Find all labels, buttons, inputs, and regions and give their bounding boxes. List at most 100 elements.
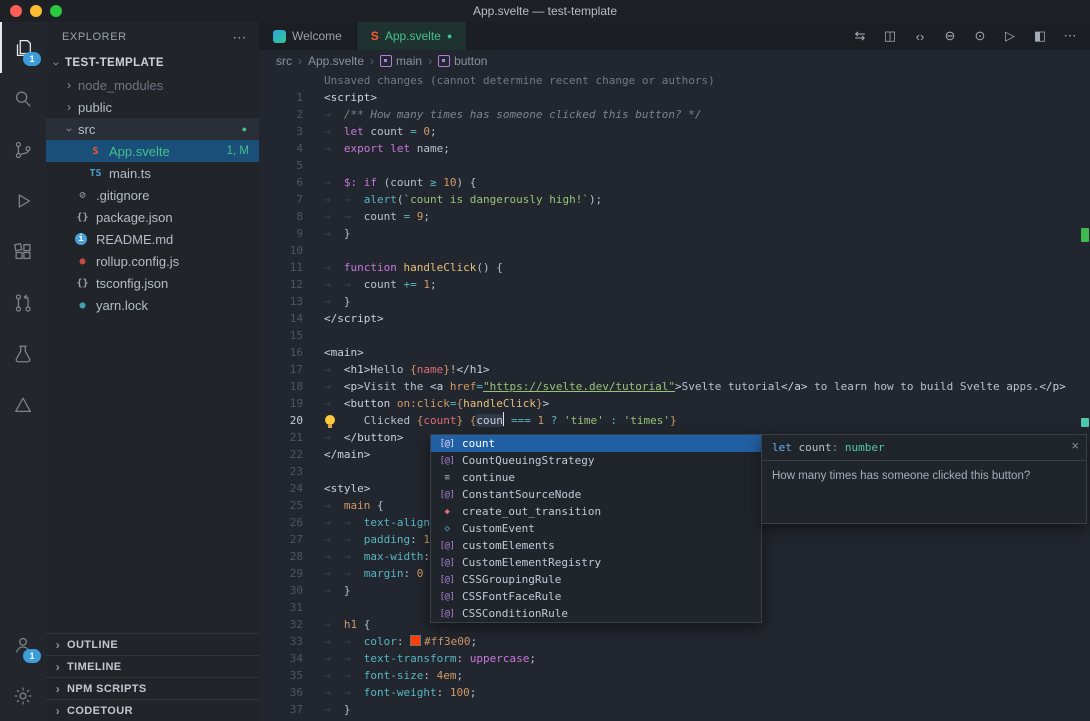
code-line[interactable]: 33→ → color: #ff3e00; <box>259 633 1090 650</box>
code-line[interactable]: 20 Clicked {count} {coun === 1 ? 'time' … <box>259 412 1090 429</box>
line-number[interactable]: 6 <box>259 174 303 191</box>
suggestion-customelementregistry[interactable]: [@]CustomElementRegistry <box>431 554 761 571</box>
line-number[interactable]: 15 <box>259 327 303 344</box>
code-line[interactable]: 36→ → font-weight: 100; <box>259 684 1090 701</box>
code-line[interactable]: 14</script> <box>259 310 1090 327</box>
line-number[interactable]: 37 <box>259 701 303 718</box>
code-line[interactable]: 35→ → font-size: 4em; <box>259 667 1090 684</box>
line-number[interactable]: 5 <box>259 157 303 174</box>
search-icon[interactable] <box>0 73 46 124</box>
explorer-item-test-template[interactable]: ›TEST-TEMPLATE <box>46 52 259 74</box>
code-line[interactable]: 12→ → count += 1; <box>259 276 1090 293</box>
code-line[interactable]: 5 <box>259 157 1090 174</box>
line-number[interactable]: 32 <box>259 616 303 633</box>
codetour-icon[interactable] <box>0 379 46 430</box>
code-editor[interactable]: Unsaved changes (cannot determine recent… <box>259 72 1090 721</box>
test-explorer-icon[interactable] <box>0 328 46 379</box>
line-number[interactable]: 16 <box>259 344 303 361</box>
code-line[interactable]: 37→ } <box>259 701 1090 718</box>
code-line[interactable]: 9→ } <box>259 225 1090 242</box>
close-button[interactable] <box>10 5 22 17</box>
suggestion-create-out-transition[interactable]: ◆create_out_transition <box>431 503 761 520</box>
line-number[interactable]: 29 <box>259 565 303 582</box>
code-line[interactable]: 17→ <h1>Hello {name}!</h1> <box>259 361 1090 378</box>
breadcrumb-src[interactable]: src <box>276 54 292 68</box>
line-number[interactable]: 26 <box>259 514 303 531</box>
line-number[interactable]: 1 <box>259 89 303 106</box>
line-number[interactable]: 10 <box>259 242 303 259</box>
close-icon[interactable]: × <box>1071 438 1079 453</box>
code-line[interactable]: 8→ → count = 9; <box>259 208 1090 225</box>
source-control-icon[interactable] <box>0 124 46 175</box>
suggestion-constantsourcenode[interactable]: [@]ConstantSourceNode <box>431 486 761 503</box>
code-line[interactable]: 11→ function handleClick() { <box>259 259 1090 276</box>
code-line[interactable]: 15 <box>259 327 1090 344</box>
breadcrumb-button[interactable]: button <box>438 54 487 68</box>
line-number[interactable]: 2 <box>259 106 303 123</box>
explorer-item-public[interactable]: ›public <box>46 96 259 118</box>
breadcrumb-app-svelte[interactable]: App.svelte <box>308 54 364 68</box>
explorer-item-gitignore[interactable]: ⊘.gitignore <box>46 184 259 206</box>
run-file-icon[interactable]: ▷ <box>996 24 1024 48</box>
account-icon[interactable]: 1 <box>0 619 46 670</box>
section-npm-scripts[interactable]: ›NPM SCRIPTS <box>46 677 259 699</box>
line-number[interactable]: 17 <box>259 361 303 378</box>
line-number[interactable]: 30 <box>259 582 303 599</box>
line-number[interactable]: 19 <box>259 395 303 412</box>
code-line[interactable]: 6→ $: if (count ≥ 10) { <box>259 174 1090 191</box>
line-number[interactable]: 12 <box>259 276 303 293</box>
explorer-icon[interactable]: 1 <box>0 22 46 73</box>
suggestion-cssfontfacerule[interactable]: [@]CSSFontFaceRule <box>431 588 761 605</box>
code-line[interactable]: 2→ /** How many times has someone clicke… <box>259 106 1090 123</box>
line-number[interactable]: 21 <box>259 429 303 446</box>
line-number[interactable]: 28 <box>259 548 303 565</box>
zoom-button[interactable] <box>50 5 62 17</box>
code-line[interactable]: 1<script> <box>259 89 1090 106</box>
explorer-item-rollup-config-js[interactable]: ●rollup.config.js <box>46 250 259 272</box>
code-line[interactable]: 19→ <button on:click={handleClick}> <box>259 395 1090 412</box>
step-through-icon[interactable]: ⊙ <box>966 24 994 48</box>
explorer-item-main-ts[interactable]: TSmain.ts <box>46 162 259 184</box>
section-timeline[interactable]: ›TIMELINE <box>46 655 259 677</box>
blame-annotation[interactable]: Unsaved changes (cannot determine recent… <box>259 72 1090 89</box>
compare-changes-icon[interactable]: ⇆ <box>846 24 874 48</box>
suggestion-countqueuingstrategy[interactable]: [@]CountQueuingStrategy <box>431 452 761 469</box>
line-number[interactable]: 35 <box>259 667 303 684</box>
line-number[interactable]: 33 <box>259 633 303 650</box>
minimize-button[interactable] <box>30 5 42 17</box>
line-number[interactable]: 9 <box>259 225 303 242</box>
explorer-item-package-json[interactable]: {}package.json <box>46 206 259 228</box>
more-actions-icon[interactable]: ⋯ <box>1056 24 1084 48</box>
explorer-item-src[interactable]: ›src● <box>46 118 259 140</box>
line-number[interactable]: 31 <box>259 599 303 616</box>
breadcrumb-main[interactable]: main <box>380 54 422 68</box>
code-line[interactable]: 10 <box>259 242 1090 259</box>
line-number[interactable]: 18 <box>259 378 303 395</box>
code-line[interactable]: 7→ → alert(`count is dangerously high!`)… <box>259 191 1090 208</box>
line-number[interactable]: 25 <box>259 497 303 514</box>
settings-gear-icon[interactable] <box>0 670 46 721</box>
explorer-item-readme-md[interactable]: iREADME.md <box>46 228 259 250</box>
suggestion-customevent[interactable]: ◇CustomEvent <box>431 520 761 537</box>
line-number[interactable]: 7 <box>259 191 303 208</box>
line-number[interactable]: 36 <box>259 684 303 701</box>
github-pull-requests-icon[interactable] <box>0 277 46 328</box>
tab-app-svelte[interactable]: SApp.svelte● <box>357 22 468 50</box>
line-number[interactable]: 4 <box>259 140 303 157</box>
line-number[interactable]: 3 <box>259 123 303 140</box>
step-back-icon[interactable]: ⊖ <box>936 24 964 48</box>
code-preview-icon[interactable]: ‹› <box>906 24 934 48</box>
line-number[interactable]: 23 <box>259 463 303 480</box>
suggestion-cssconditionrule[interactable]: [@]CSSConditionRule <box>431 605 761 622</box>
line-number[interactable]: 11 <box>259 259 303 276</box>
line-number[interactable]: 24 <box>259 480 303 497</box>
code-line[interactable]: 3→ let count = 0; <box>259 123 1090 140</box>
section-outline[interactable]: ›OUTLINE <box>46 633 259 655</box>
code-line[interactable]: 16<main> <box>259 344 1090 361</box>
code-line[interactable]: 34→ → text-transform: uppercase; <box>259 650 1090 667</box>
section-codetour[interactable]: ›CODETOUR <box>46 699 259 721</box>
line-number[interactable]: 14 <box>259 310 303 327</box>
split-editor-icon[interactable]: ◧ <box>1026 24 1054 48</box>
code-line[interactable]: 13→ } <box>259 293 1090 310</box>
line-number[interactable]: 20 <box>259 412 303 429</box>
